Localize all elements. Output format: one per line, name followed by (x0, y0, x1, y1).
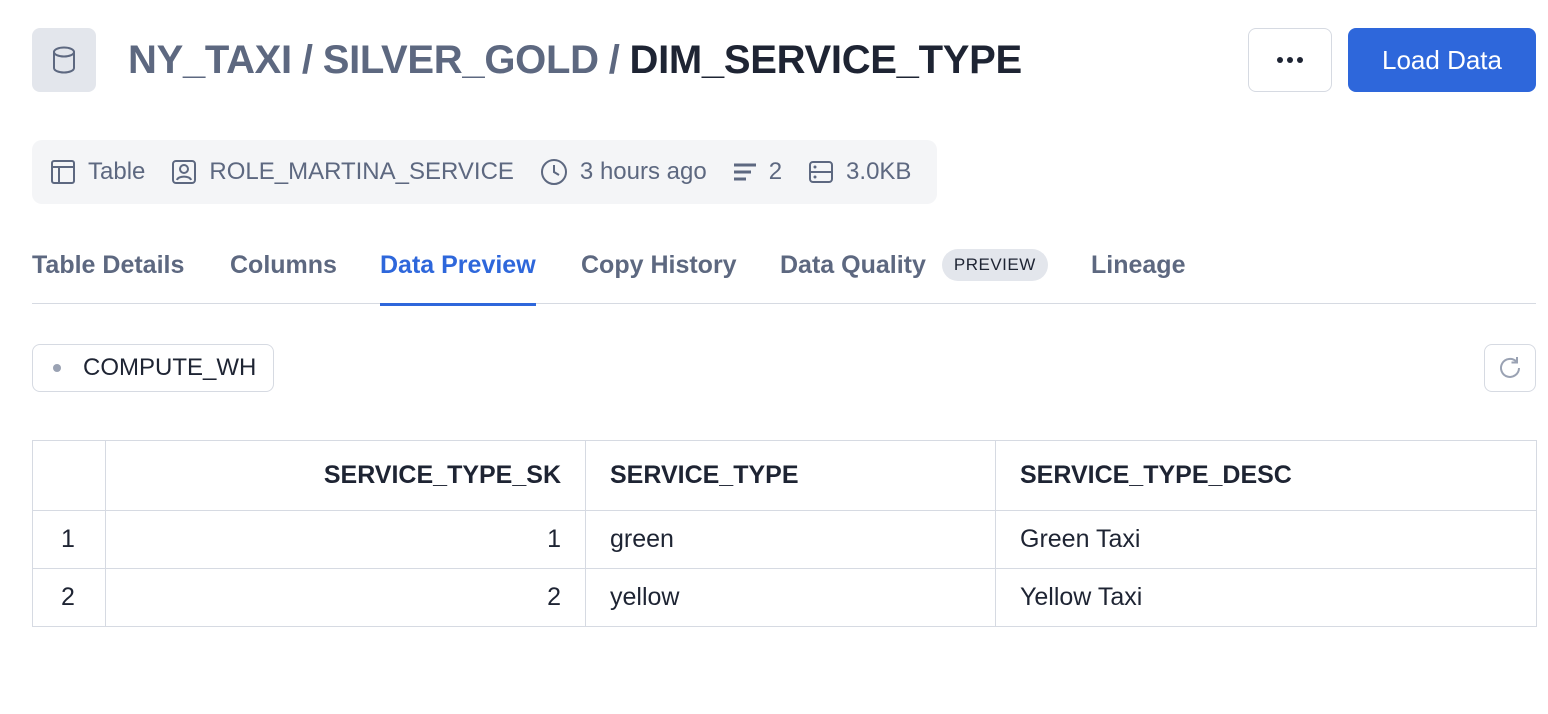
tab-lineage[interactable]: Lineage (1091, 226, 1185, 304)
table-cell[interactable]: yellow (585, 568, 996, 627)
data-preview-table: SERVICE_TYPE_SK SERVICE_TYPE SERVICE_TYP… (32, 440, 1537, 627)
meta-owner-label: ROLE_MARTINA_SERVICE (209, 158, 514, 185)
meta-columns-count: 2 (768, 158, 783, 185)
meta-size-label: 3.0KB (846, 158, 912, 185)
table-header-row: SERVICE_TYPE_SK SERVICE_TYPE SERVICE_TYP… (32, 440, 1537, 511)
table-row: 2 2 yellow Yellow Taxi (32, 568, 1537, 627)
column-header-service-type-desc[interactable]: SERVICE_TYPE_DESC (995, 440, 1537, 511)
meta-owner: ROLE_MARTINA_SERVICE (171, 158, 514, 186)
warehouse-status-dot (53, 364, 61, 372)
row-index: 2 (32, 568, 106, 627)
meta-type: Table (50, 158, 145, 186)
meta-columns: 2 (733, 158, 782, 186)
column-header-index (32, 440, 106, 511)
table-row: 1 1 green Green Taxi (32, 510, 1537, 569)
more-actions-button[interactable] (1248, 28, 1332, 92)
tab-table-details[interactable]: Table Details (32, 226, 184, 304)
table-icon (51, 160, 75, 184)
table-name: DIM_SERVICE_TYPE (629, 37, 1023, 82)
tab-bar: Table Details Columns Data Preview Copy … (32, 226, 1536, 306)
warehouse-name: COMPUTE_WH (83, 354, 257, 381)
user-icon (172, 160, 197, 184)
breadcrumb-separator: / (608, 37, 620, 82)
row-index: 1 (32, 510, 106, 569)
column-header-service-type[interactable]: SERVICE_TYPE (585, 440, 996, 511)
table-cell[interactable]: Yellow Taxi (995, 568, 1537, 627)
column-header-service-type-sk[interactable]: SERVICE_TYPE_SK (105, 440, 586, 511)
breadcrumb-database[interactable]: NY_TAXI (128, 38, 292, 83)
load-data-button[interactable]: Load Data (1348, 28, 1536, 92)
storage-icon (809, 161, 834, 183)
table-cell[interactable]: green (585, 510, 996, 569)
ellipsis-icon (1277, 57, 1303, 63)
database-icon (32, 28, 96, 92)
breadcrumb-schema[interactable]: SILVER_GOLD (323, 38, 599, 83)
breadcrumb-separator: / (301, 37, 313, 82)
tab-data-preview[interactable]: Data Preview (380, 226, 536, 306)
preview-badge: PREVIEW (941, 249, 1048, 281)
refresh-icon (1500, 357, 1520, 378)
table-metadata-bar: Table ROLE_MARTINA_SERVICE 3 hours ago 2 (32, 140, 937, 204)
tab-data-quality[interactable]: Data Quality PREVIEW (780, 226, 1048, 304)
warehouse-selector[interactable]: COMPUTE_WH (32, 344, 274, 392)
page-title: NY_TAXI / SILVER_GOLD / DIM_SERVICE_TYPE (128, 36, 1022, 84)
tab-copy-history[interactable]: Copy History (581, 226, 737, 304)
table-cell[interactable]: 2 (105, 568, 586, 627)
table-cell[interactable]: 1 (105, 510, 586, 569)
meta-updated-label: 3 hours ago (579, 158, 707, 185)
tab-columns[interactable]: Columns (230, 226, 337, 304)
clock-icon (540, 159, 567, 185)
rows-icon (733, 163, 756, 181)
tab-data-quality-label: Data Quality (780, 250, 926, 279)
refresh-button[interactable] (1484, 344, 1536, 392)
meta-type-label: Table (88, 158, 146, 185)
table-cell[interactable]: Green Taxi (995, 510, 1537, 569)
meta-size: 3.0KB (808, 158, 911, 186)
meta-updated: 3 hours ago (540, 158, 707, 186)
